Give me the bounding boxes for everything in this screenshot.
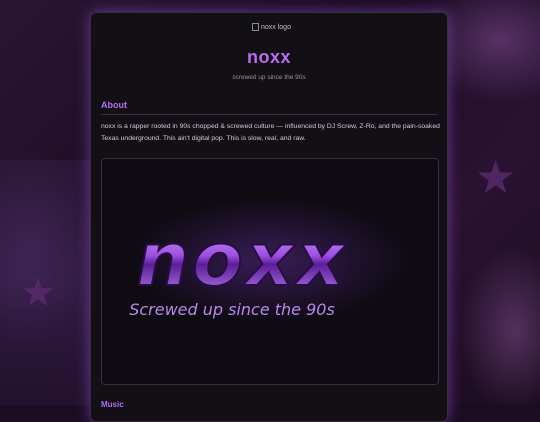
about-text: noxx is a rapper rooted in 90s chopped &… xyxy=(101,123,440,142)
logo-alt-text: noxx logo xyxy=(261,23,291,31)
about-heading: About xyxy=(101,100,127,110)
star-icon: ★ xyxy=(475,151,517,203)
banner-image: noxx Screwed up since the 90s xyxy=(101,158,439,385)
page-title: noxx xyxy=(246,47,291,67)
section-divider xyxy=(101,114,437,115)
banner-art: noxx Screwed up since the 90s xyxy=(129,216,348,319)
logo-image: noxx logo xyxy=(252,23,291,31)
star-icon: ★ xyxy=(20,271,56,315)
banner-logo-text: noxx xyxy=(137,217,348,303)
page-subtitle: screwed up since the 90s xyxy=(232,74,306,81)
profile-card: noxx logo noxx screwed up since the 90s … xyxy=(90,12,448,422)
banner-tagline: Screwed up since the 90s xyxy=(129,300,335,319)
broken-image-icon xyxy=(252,23,259,31)
